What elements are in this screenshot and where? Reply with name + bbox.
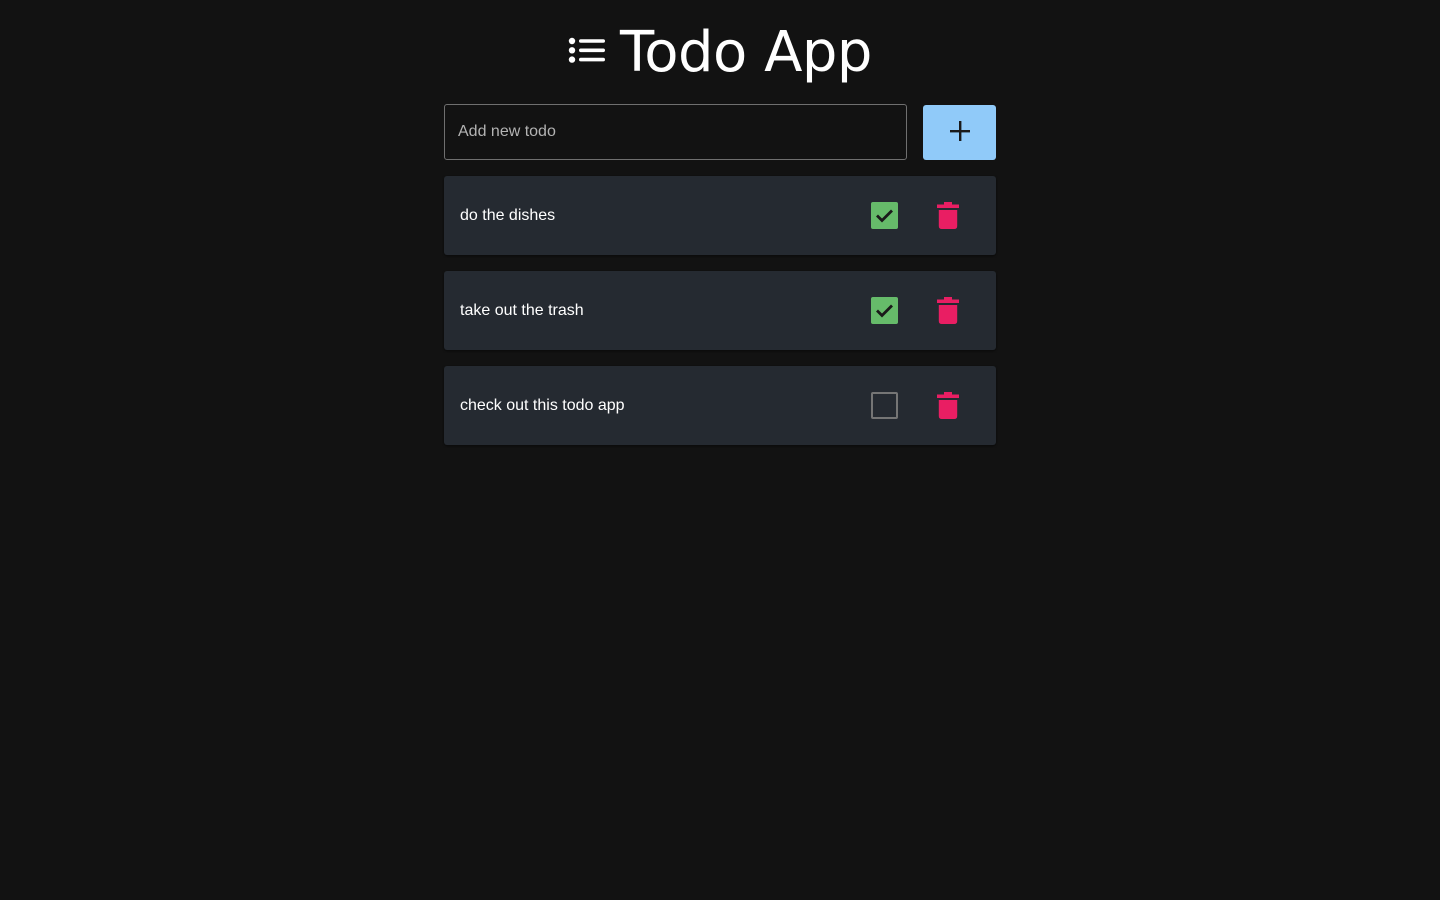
todo-item: do the dishes	[444, 176, 996, 255]
checkmark-icon	[876, 304, 893, 318]
delete-todo-button[interactable]	[936, 202, 960, 229]
todo-text: do the dishes	[460, 207, 556, 224]
delete-todo-button[interactable]	[936, 297, 960, 324]
todo-item: take out the trash	[444, 271, 996, 350]
plus-icon	[949, 120, 971, 145]
trash-icon	[937, 392, 959, 419]
todo-checkbox[interactable]	[871, 202, 898, 229]
list-icon	[568, 37, 606, 69]
todo-checkbox[interactable]	[871, 392, 898, 419]
checkmark-icon	[876, 209, 893, 223]
delete-todo-button[interactable]	[936, 392, 960, 419]
new-todo-input[interactable]	[444, 104, 907, 160]
page-title: Todo App	[620, 20, 872, 85]
add-todo-form	[444, 104, 996, 160]
trash-icon	[937, 297, 959, 324]
todo-item: check out this todo app	[444, 366, 996, 445]
todo-list: do the dishes take out the trash check o…	[444, 176, 996, 461]
add-todo-button[interactable]	[923, 105, 996, 160]
todo-checkbox[interactable]	[871, 297, 898, 324]
trash-icon	[937, 202, 959, 229]
todo-text: check out this todo app	[460, 397, 625, 414]
app-header: Todo App	[0, 20, 1440, 86]
todo-text: take out the trash	[460, 302, 584, 319]
